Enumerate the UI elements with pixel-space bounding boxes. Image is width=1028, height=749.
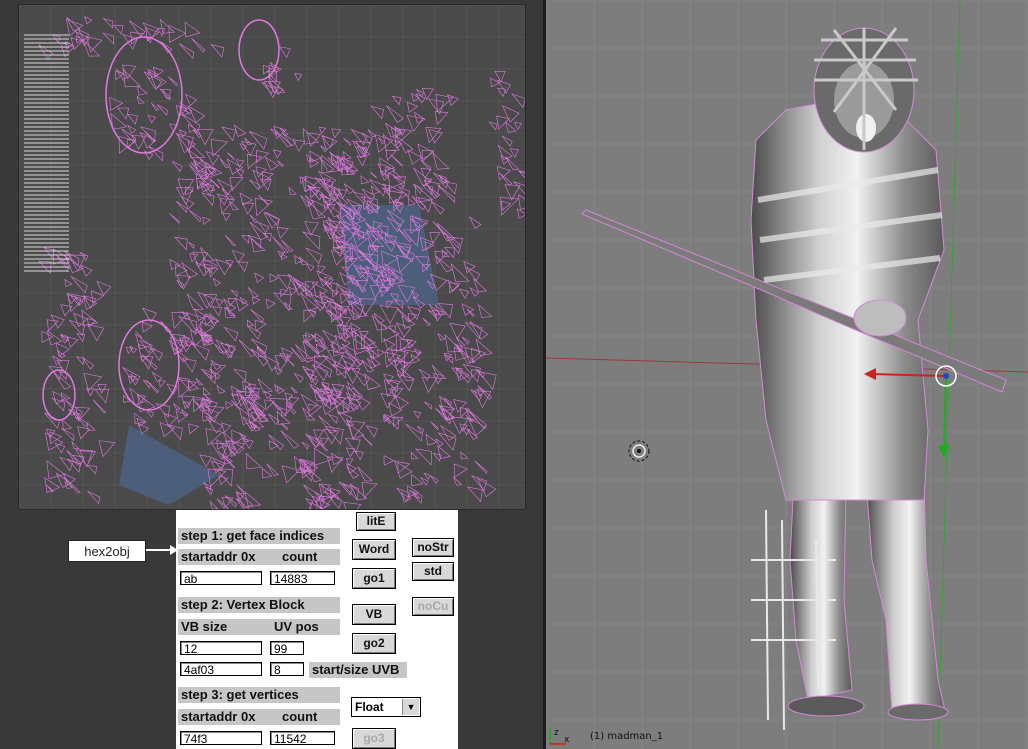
axis-widget-icon: z x [549,728,570,745]
axis-x-label: x [564,735,570,745]
uvb-size-field[interactable]: 8 [270,662,304,677]
vb-button[interactable]: VB [352,604,396,625]
uvb-label: start/size UVB [309,662,407,678]
vbsize-field[interactable]: 12 [180,641,262,656]
axis-z-label: z [554,728,559,738]
3d-viewport[interactable]: z x [546,0,1028,749]
step1-addr-field[interactable]: ab [180,571,262,586]
3d-cursor-icon[interactable] [628,440,650,462]
step2-header: VB size UV pos [178,619,340,635]
step1-header: startaddr 0x count [178,549,340,565]
go1-button[interactable]: go1 [352,568,396,589]
step3-count-field[interactable]: 11542 [270,731,335,746]
lite-button[interactable]: litE [356,512,396,531]
uv-editor-window[interactable] [18,4,526,510]
go3-button[interactable]: go3 [352,728,396,749]
chevron-down-icon[interactable]: ▼ [402,699,419,715]
step2-title: step 2: Vertex Block [178,597,340,613]
go2-button[interactable]: go2 [352,633,396,654]
step3-addr-label: startaddr 0x [181,709,256,724]
uvb-start-field[interactable]: 4af03 [180,662,262,677]
hex2obj-label: hex2obj [68,540,146,562]
step1-addr-label: startaddr 0x [181,549,256,564]
float-select-value: Float [355,700,384,714]
float-select[interactable]: Float ▼ [351,697,421,717]
uvpos-field[interactable]: 99 [270,641,304,656]
uvpos-label: UV pos [274,619,319,634]
step3-title: step 3: get vertices [178,687,340,703]
std-button[interactable]: std [412,562,454,581]
step3-addr-field[interactable]: 74f3 [180,731,262,746]
madman-model[interactable] [581,27,1007,731]
3d-scene: z x [546,0,1028,749]
step3-header: startaddr 0x count [178,709,340,725]
uv-wireframe [19,5,525,509]
nocu-button[interactable]: noCu [412,597,454,616]
nostr-button[interactable]: noStr [412,538,454,557]
object-name-label: (1) madman_1 [590,731,664,742]
step1-count-field[interactable]: 14883 [270,571,335,586]
y-axis-line [937,0,961,749]
step1-title: step 1: get face indices [178,528,340,544]
step3-count-label: count [282,709,318,724]
arrow-right-icon [146,545,178,555]
step1-count-label: count [282,549,318,564]
vbsize-label: VB size [181,619,228,634]
word-button[interactable]: Word [352,539,396,560]
